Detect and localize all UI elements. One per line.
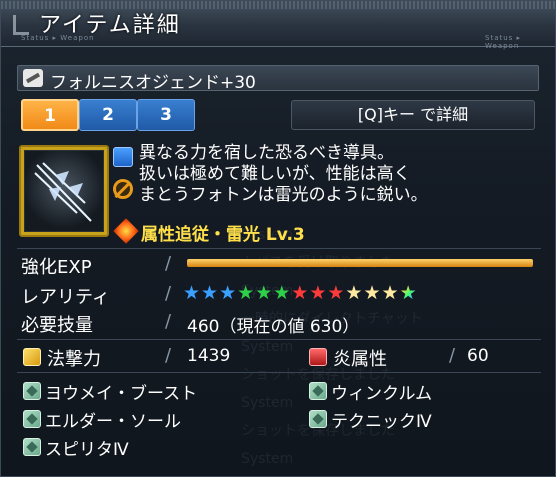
attack-label: 法撃力	[47, 349, 101, 370]
ability-item: テクニックⅣ	[331, 412, 432, 432]
description-line: 異なる力を宿した恐るべき導具。	[139, 143, 394, 163]
weapon-type-icon	[23, 69, 43, 87]
rarity-star-icon: ★	[309, 282, 327, 304]
rarity-star-icon: ★	[273, 282, 291, 304]
rarity-star-icon: ★	[237, 282, 255, 304]
log-line: System	[241, 451, 294, 467]
ability-icon	[309, 410, 327, 428]
tab-3[interactable]: 3	[137, 99, 195, 131]
item-name: フォルニスオジェンド+30	[50, 73, 256, 93]
exp-bar-fill	[187, 259, 533, 267]
description-line: 扱いは極めて難しいが、性能は高く	[139, 164, 411, 184]
rarity-star-icon: ★	[291, 282, 309, 304]
ability-item: ヨウメイ・ブースト	[45, 384, 198, 404]
prohibited-icon	[113, 179, 133, 199]
tab-2[interactable]: 2	[79, 99, 137, 131]
divider	[17, 372, 541, 373]
item-detail-window: System ムパスを受け取りました System 一時的にダイレクトチャット …	[0, 0, 556, 477]
item-icon-frame	[19, 145, 109, 237]
element-label: 炎属性	[333, 349, 387, 370]
title-bar[interactable]: アイテム詳細 Status ▸ Weapon Status ▸ Weapon	[1, 1, 555, 50]
wand-icon	[23, 348, 41, 366]
fire-icon	[309, 348, 327, 366]
rarity-star-icon: ★	[363, 282, 381, 304]
ability-item: ウィンクルム	[331, 384, 433, 404]
exp-label: 強化EXP	[21, 257, 92, 278]
rarity-stars: ★ ★ ★ ★ ★ ★ ★ ★ ★ ★ ★ ★ ★	[183, 282, 417, 304]
attack-value: 1439	[187, 346, 231, 366]
divider	[17, 339, 541, 340]
rarity-star-icon: ★	[219, 282, 237, 304]
item-name-bar: フォルニスオジェンド+30	[17, 65, 539, 93]
rarity-star-icon: ★	[201, 282, 219, 304]
rarity-label: レアリティ	[21, 287, 110, 308]
rarity-star-icon: ★	[345, 282, 363, 304]
slash: /	[165, 283, 172, 304]
deco-label-left: Status ▸ Weapon	[21, 34, 95, 42]
description-line: まとうフォトンは雷光のように鋭い。	[139, 185, 428, 205]
item-description: 異なる力を宿した恐るべき導具。 扱いは極めて難しいが、性能は高く まとうフォトン…	[139, 143, 539, 206]
slash: /	[165, 345, 172, 366]
requirement-label: 必要技量	[21, 315, 93, 336]
slash: /	[165, 253, 172, 274]
potential-icon	[113, 218, 139, 244]
exp-bar	[187, 259, 533, 267]
ability-item: エルダー・ソール	[45, 412, 181, 432]
rarity-star-icon: ★	[381, 282, 399, 304]
checkbox-icon[interactable]	[113, 147, 133, 167]
ability-icon	[23, 438, 41, 456]
ability-icon	[309, 382, 327, 400]
element-value: 60	[467, 346, 489, 366]
log-line: System	[241, 339, 294, 355]
rarity-star-icon: ★	[327, 282, 345, 304]
slash: /	[165, 311, 172, 332]
rarity-star-icon: ★	[399, 282, 417, 304]
rarity-star-icon: ★	[255, 282, 273, 304]
divider	[17, 248, 541, 249]
ability-icon	[23, 382, 41, 400]
ability-item: スピリタⅣ	[45, 440, 129, 460]
requirement-value: 460（現在の値 630）	[187, 317, 360, 337]
tab-1[interactable]: 1	[21, 99, 79, 131]
potential-name: 属性追従・雷光 Lv.3	[141, 225, 305, 245]
ability-icon	[23, 410, 41, 428]
window-mark-icon	[13, 15, 29, 35]
weapon-icon	[24, 150, 104, 232]
rarity-star-icon: ★	[183, 282, 201, 304]
detail-button[interactable]: [Q]キー で詳細	[291, 100, 535, 130]
potential-row: 属性追従・雷光 Lv.3	[113, 218, 539, 245]
deco-label-right: Status ▸ Weapon	[485, 34, 522, 50]
slash: /	[449, 345, 456, 366]
